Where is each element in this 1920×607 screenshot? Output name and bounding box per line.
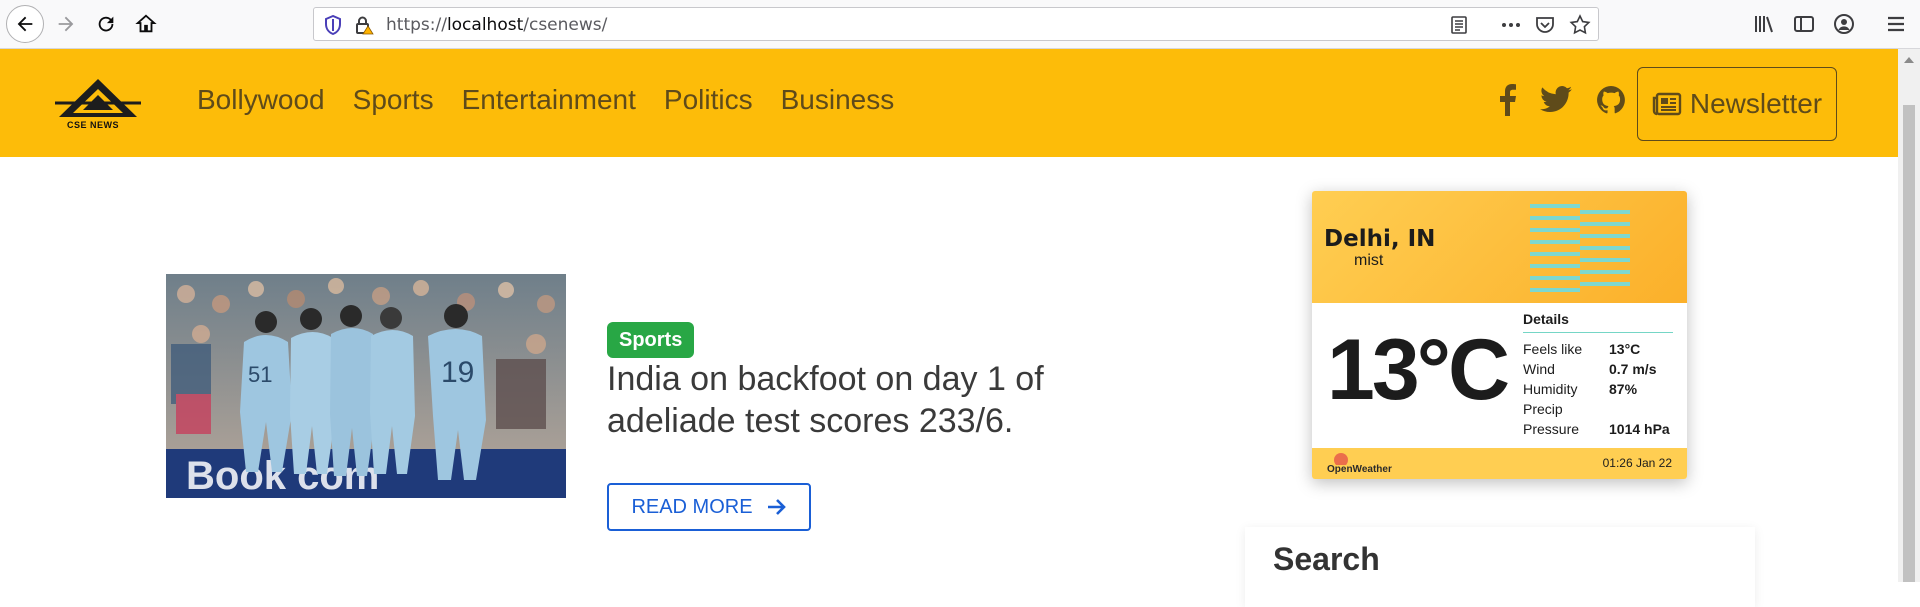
- detail-row: Pressure 1014 hPa: [1523, 419, 1673, 439]
- nav-link-entertainment[interactable]: Entertainment: [462, 84, 636, 116]
- site-navbar: CSE NEWS Bollywood Sports Entertainment …: [0, 49, 1898, 157]
- insecure-lock-icon[interactable]: [354, 15, 374, 35]
- nav-link-business[interactable]: Business: [781, 84, 895, 116]
- details-title: Details: [1523, 311, 1673, 333]
- scrollbar-thumb[interactable]: [1903, 105, 1915, 582]
- library-icon[interactable]: [1752, 12, 1776, 36]
- url-bar[interactable]: https://localhost/csenews/: [313, 7, 1599, 41]
- svg-text:19: 19: [441, 356, 474, 389]
- nav-link-bollywood[interactable]: Bollywood: [197, 84, 325, 116]
- twitter-icon[interactable]: [1540, 84, 1572, 116]
- menu-icon[interactable]: [1884, 12, 1908, 36]
- detail-row: Wind 0.7 m/s: [1523, 359, 1673, 379]
- weather-city: Delhi, IN: [1324, 226, 1436, 252]
- detail-label: Precip: [1523, 401, 1563, 417]
- read-more-button[interactable]: READ MORE: [607, 483, 811, 531]
- back-button[interactable]: [6, 5, 44, 43]
- nav-links: Bollywood Sports Entertainment Politics …: [197, 84, 894, 116]
- reader-view-icon[interactable]: [1448, 14, 1470, 36]
- weather-widget: Delhi, IN mist 13°C Details Feels like 13…: [1312, 191, 1687, 479]
- weather-description: mist: [1354, 252, 1384, 269]
- detail-row: Feels like 13°C: [1523, 339, 1673, 359]
- newspaper-icon: [1652, 92, 1682, 116]
- openweather-logo-icon: [1334, 453, 1348, 465]
- newsletter-label: Newsletter: [1689, 88, 1823, 119]
- bookmark-star-icon[interactable]: [1569, 14, 1591, 36]
- newsletter-button[interactable]: Newsletter: [1637, 67, 1837, 141]
- site-logo[interactable]: CSE NEWS: [55, 77, 141, 133]
- account-icon[interactable]: [1832, 12, 1856, 36]
- nav-link-politics[interactable]: Politics: [664, 84, 753, 116]
- facebook-icon[interactable]: [1493, 84, 1523, 116]
- tracking-shield-icon[interactable]: [324, 15, 342, 35]
- arrow-left-icon: [17, 16, 33, 32]
- detail-label: Feels like: [1523, 341, 1583, 357]
- detail-value: 87%: [1609, 381, 1638, 397]
- detail-row: Humidity 87%: [1523, 379, 1673, 399]
- article-image[interactable]: Book com 51 19: [166, 274, 566, 498]
- more-actions-icon[interactable]: [1500, 14, 1522, 36]
- cricket-team-photo: Book com 51 19: [166, 274, 566, 498]
- mist-icon: [1530, 204, 1630, 292]
- github-icon[interactable]: [1596, 84, 1626, 116]
- reload-icon: [98, 16, 114, 32]
- read-more-label: READ MORE: [631, 495, 753, 518]
- arrow-right-icon: [767, 499, 786, 515]
- search-card: Search: [1245, 527, 1755, 607]
- svg-text:51: 51: [248, 362, 272, 387]
- pocket-icon[interactable]: [1534, 14, 1556, 36]
- home-icon: [135, 14, 157, 33]
- weather-footer: OpenWeather 01:26 Jan 22: [1312, 448, 1687, 479]
- forward-button[interactable]: [48, 6, 84, 42]
- browser-toolbar: https://localhost/csenews/: [0, 0, 1920, 49]
- search-title: Search: [1273, 541, 1380, 577]
- arrow-right-icon: [58, 16, 74, 32]
- reload-button[interactable]: [88, 6, 124, 42]
- url-scheme: https://: [386, 15, 447, 35]
- detail-label: Humidity: [1523, 381, 1578, 397]
- page-scrollbar[interactable]: [1898, 49, 1920, 582]
- article-headline[interactable]: India on backfoot on day 1 of adeliade t…: [607, 358, 1067, 442]
- url-text[interactable]: https://localhost/csenews/: [386, 15, 607, 35]
- detail-value: 13°C: [1609, 341, 1641, 357]
- weather-timestamp: 01:26 Jan 22: [1602, 456, 1672, 470]
- detail-label: Wind: [1523, 361, 1555, 377]
- scroll-up-arrow-icon[interactable]: [1904, 57, 1914, 63]
- weather-provider[interactable]: OpenWeather: [1327, 464, 1392, 475]
- url-host: localhost: [446, 15, 524, 35]
- weather-temperature: 13°C: [1327, 322, 1510, 418]
- logo-text: CSE NEWS: [67, 120, 120, 130]
- detail-value: 1014 hPa: [1609, 421, 1670, 437]
- weather-header: Delhi, IN mist: [1312, 191, 1687, 303]
- detail-row: Precip: [1523, 399, 1673, 419]
- weather-details: Details Feels like 13°C Wind 0.7 m/s Humid…: [1523, 311, 1673, 439]
- sidebar-toggle-icon[interactable]: [1792, 12, 1816, 36]
- detail-value: 0.7 m/s: [1609, 361, 1657, 377]
- nav-link-sports[interactable]: Sports: [353, 84, 434, 116]
- url-path: /csenews/: [523, 15, 608, 35]
- category-badge[interactable]: Sports: [607, 322, 695, 358]
- logo-triangle-icon: [55, 79, 141, 117]
- home-button[interactable]: [128, 6, 164, 42]
- detail-label: Pressure: [1523, 421, 1580, 437]
